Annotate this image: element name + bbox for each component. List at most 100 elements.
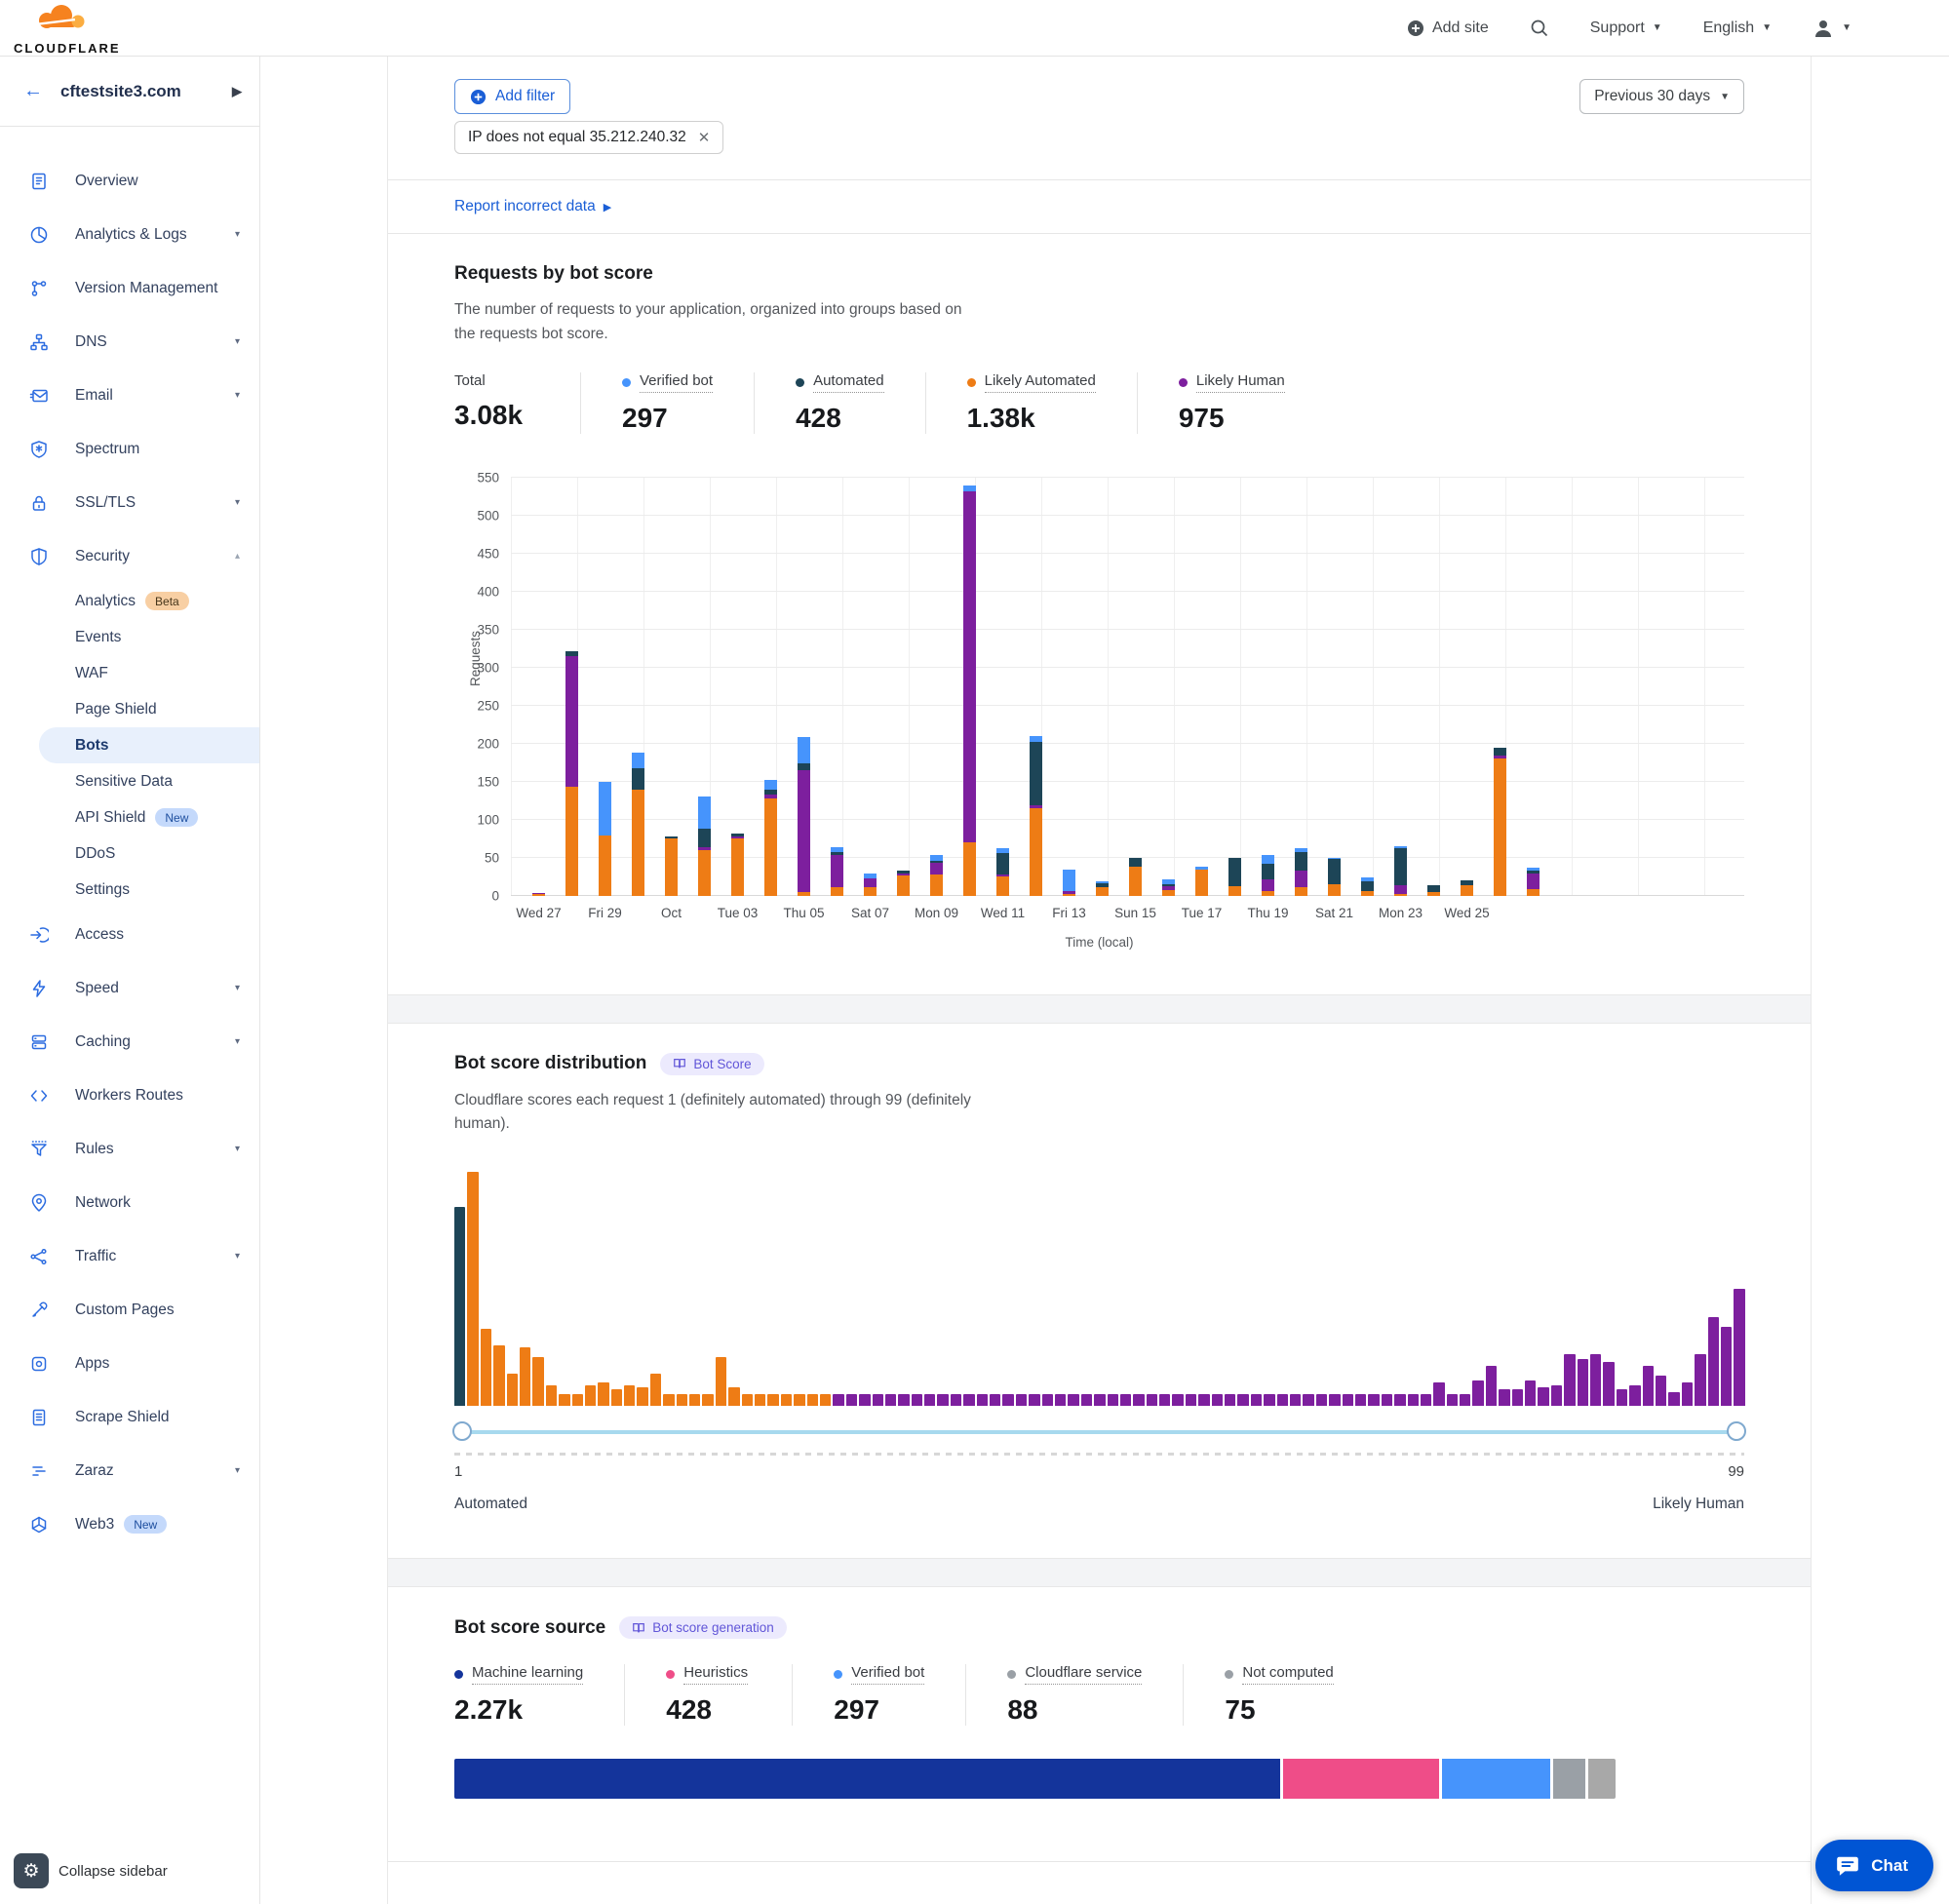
sidebar-item-workers-routes[interactable]: Workers Routes <box>0 1069 259 1122</box>
histogram-bar-score-76[interactable] <box>1433 1382 1444 1406</box>
stacked-bar[interactable] <box>1030 736 1042 896</box>
back-arrow-icon[interactable]: ← <box>23 80 43 102</box>
histogram-bar-score-10[interactable] <box>572 1394 583 1406</box>
histogram-bar-score-11[interactable] <box>585 1385 596 1407</box>
slider-handle-min[interactable] <box>452 1421 472 1441</box>
histogram-bar-score-40[interactable] <box>963 1394 974 1406</box>
stacked-bar[interactable]: Fri 13 <box>1063 870 1075 896</box>
sidebar-subitem-sensitive-data[interactable]: Sensitive Data <box>0 763 259 799</box>
cloudflare-logo[interactable]: CLOUDFLARE <box>14 2 121 55</box>
histogram-bar-score-34[interactable] <box>885 1394 896 1406</box>
sidebar-item-analytics-logs[interactable]: Analytics & Logs▾ <box>0 208 259 261</box>
histogram-bar-score-71[interactable] <box>1368 1394 1379 1406</box>
stacked-bar[interactable] <box>1361 877 1374 896</box>
stacked-bar[interactable] <box>897 871 910 896</box>
report-incorrect-data-link[interactable]: Report incorrect data ▶ <box>454 198 611 215</box>
histogram-bar-score-99[interactable] <box>1734 1289 1744 1406</box>
histogram-bar-score-51[interactable] <box>1108 1394 1118 1406</box>
histogram-bar-score-80[interactable] <box>1486 1366 1497 1406</box>
histogram-bar-score-66[interactable] <box>1303 1394 1313 1406</box>
histogram-bar-score-84[interactable] <box>1538 1387 1548 1406</box>
stacked-bar[interactable] <box>698 797 711 896</box>
add-filter-button[interactable]: Add filter <box>454 79 570 114</box>
histogram-bar-score-75[interactable] <box>1421 1394 1431 1406</box>
histogram-bar-score-89[interactable] <box>1603 1362 1614 1407</box>
add-site-button[interactable]: Add site <box>1407 19 1489 37</box>
sidebar-item-custom-pages[interactable]: Custom Pages <box>0 1283 259 1337</box>
histogram-bar-score-83[interactable] <box>1525 1380 1536 1406</box>
stacked-bar[interactable]: Tue 17 <box>1195 867 1208 896</box>
histogram-bar-score-21[interactable] <box>716 1357 726 1406</box>
histogram-bar-score-56[interactable] <box>1172 1394 1183 1406</box>
histogram-bar-score-73[interactable] <box>1394 1394 1405 1406</box>
histogram-bar-score-27[interactable] <box>794 1394 804 1406</box>
remove-filter-icon[interactable]: ✕ <box>698 129 711 146</box>
histogram-bar-score-33[interactable] <box>873 1394 883 1406</box>
histogram-bar-score-55[interactable] <box>1159 1394 1170 1406</box>
stacked-bar[interactable] <box>1494 748 1506 896</box>
histogram-bar-score-14[interactable] <box>624 1385 635 1407</box>
histogram-bar-score-16[interactable] <box>650 1374 661 1407</box>
stacked-bar[interactable]: Sun 15 <box>1129 858 1142 896</box>
sidebar-subitem-bots[interactable]: Bots <box>39 727 259 763</box>
sidebar-item-caching[interactable]: Caching▾ <box>0 1015 259 1069</box>
histogram-bar-score-69[interactable] <box>1343 1394 1353 1406</box>
histogram-bar-score-19[interactable] <box>689 1394 700 1406</box>
histogram-bar-score-67[interactable] <box>1316 1394 1327 1406</box>
histogram-bar-score-17[interactable] <box>663 1394 674 1406</box>
histogram-bar-score-3[interactable] <box>481 1329 491 1406</box>
histogram-bar-score-70[interactable] <box>1355 1394 1366 1406</box>
histogram-bar-score-9[interactable] <box>559 1394 569 1406</box>
histogram-bar-score-23[interactable] <box>742 1394 753 1406</box>
sidebar-item-network[interactable]: Network <box>0 1176 259 1229</box>
date-range-select[interactable]: Previous 30 days ▼ <box>1579 79 1744 114</box>
histogram-bar-score-38[interactable] <box>937 1394 948 1406</box>
histogram-bar-score-24[interactable] <box>755 1394 765 1406</box>
histogram-bar-score-92[interactable] <box>1643 1366 1654 1406</box>
histogram-bar-score-47[interactable] <box>1055 1394 1066 1406</box>
histogram-bar-score-65[interactable] <box>1290 1394 1301 1406</box>
histogram-bar-score-43[interactable] <box>1002 1394 1013 1406</box>
histogram-bar-score-1[interactable] <box>454 1207 465 1406</box>
histogram-bar-score-35[interactable] <box>898 1394 909 1406</box>
chat-button[interactable]: Chat <box>1815 1840 1933 1891</box>
chevron-right-icon[interactable]: ▶ <box>232 84 242 99</box>
sidebar-subitem-page-shield[interactable]: Page Shield <box>0 691 259 727</box>
histogram-bar-score-79[interactable] <box>1472 1380 1483 1406</box>
sidebar-item-traffic[interactable]: Traffic▾ <box>0 1229 259 1283</box>
histogram-bar-score-25[interactable] <box>767 1394 778 1406</box>
sidebar-subitem-events[interactable]: Events <box>0 619 259 655</box>
histogram-bar-score-18[interactable] <box>677 1394 687 1406</box>
histogram-bar-score-54[interactable] <box>1147 1394 1157 1406</box>
sidebar-subitem-ddos[interactable]: DDoS <box>0 835 259 872</box>
sidebar-item-rules[interactable]: Rules▾ <box>0 1122 259 1176</box>
histogram-bar-score-13[interactable] <box>611 1389 622 1406</box>
source-segment-machine-learning[interactable] <box>454 1759 1280 1799</box>
sidebar-item-security[interactable]: Security▴ <box>0 529 259 583</box>
stacked-bar[interactable] <box>1527 868 1540 896</box>
histogram-bar-score-32[interactable] <box>859 1394 870 1406</box>
slider-handle-max[interactable] <box>1727 1421 1746 1441</box>
account-menu[interactable]: ▼ <box>1813 18 1852 39</box>
stacked-bar[interactable]: Thu 05 <box>798 737 810 896</box>
sidebar-item-email[interactable]: Email▾ <box>0 369 259 422</box>
histogram-bar-score-31[interactable] <box>846 1394 857 1406</box>
source-segment-heuristics[interactable] <box>1283 1759 1439 1799</box>
histogram-bar-score-63[interactable] <box>1264 1394 1274 1406</box>
sidebar-subitem-settings[interactable]: Settings <box>0 872 259 908</box>
stacked-bar[interactable] <box>1228 858 1241 896</box>
stacked-bar[interactable]: Fri 29 <box>599 782 611 896</box>
histogram-bar-score-39[interactable] <box>951 1394 961 1406</box>
stacked-bar[interactable]: Oct <box>665 836 678 896</box>
preferences-gear-button[interactable]: ⚙ <box>14 1853 49 1888</box>
histogram-bar-score-82[interactable] <box>1512 1389 1523 1406</box>
sidebar-item-apps[interactable]: Apps <box>0 1337 259 1390</box>
histogram-bar-score-49[interactable] <box>1081 1394 1092 1406</box>
histogram-bar-score-20[interactable] <box>702 1394 713 1406</box>
sidebar-item-access[interactable]: Access <box>0 908 259 961</box>
stacked-bar[interactable]: Wed 11 <box>996 848 1009 896</box>
histogram-bar-score-91[interactable] <box>1629 1385 1640 1407</box>
histogram-bar-score-78[interactable] <box>1460 1394 1470 1406</box>
bot-score-pill[interactable]: Bot Score <box>660 1053 763 1075</box>
collapse-sidebar-label[interactable]: Collapse sidebar <box>58 1863 168 1880</box>
